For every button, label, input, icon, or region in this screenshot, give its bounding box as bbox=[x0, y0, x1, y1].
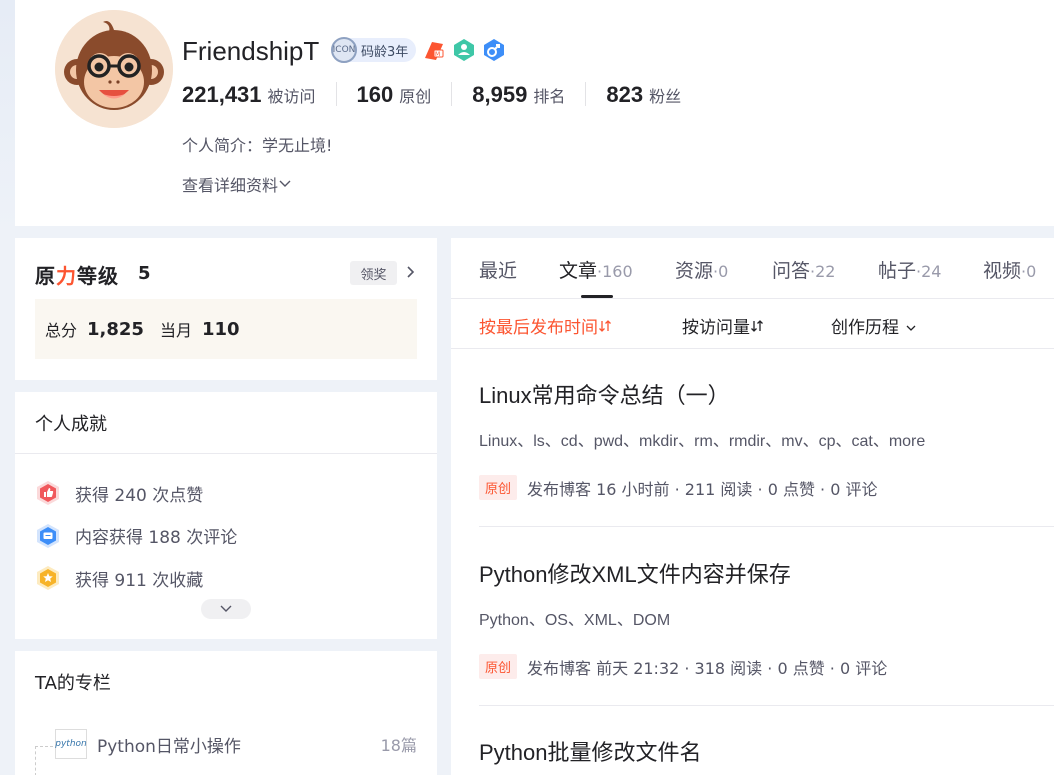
total-score-value: 1,825 bbox=[87, 318, 144, 340]
score-box: 总分 1,825 当月 110 bbox=[35, 299, 417, 359]
article-meta: 原创 发布博客 16 小时前 · 211 阅读 · 0 点赞 · 0 评论 bbox=[479, 475, 1039, 500]
star-icon bbox=[35, 565, 61, 591]
divider bbox=[479, 705, 1054, 706]
sort-icon bbox=[599, 320, 611, 332]
bio: 个人简介：学无止境! bbox=[182, 136, 333, 155]
expand-achievements-button[interactable] bbox=[201, 599, 251, 619]
achievement-favorites: 获得 911 次收藏 bbox=[35, 557, 237, 600]
article-meta: 原创 发布博客 前天 21:32 · 318 阅读 · 0 点赞 · 0 评论 bbox=[479, 654, 1039, 679]
sort-views[interactable]: 按访问量 bbox=[682, 313, 764, 338]
original-badge: 原创 bbox=[479, 654, 518, 679]
column-name: Python日常小操作 bbox=[97, 736, 241, 757]
username: FriendshipT bbox=[182, 36, 320, 66]
stat-visits[interactable]: 221,431 被访问 bbox=[182, 82, 336, 107]
profile-card: FriendshipT ICON 码龄3年 M 221,431 被访问 160 … bbox=[15, 0, 1054, 226]
tab-posts[interactable]: 帖子·24 bbox=[878, 256, 941, 283]
article-tags: Linux、ls、cd、pwd、mkdir、rm、rmdir、mv、cp、cat… bbox=[479, 433, 926, 450]
chevron-down-icon bbox=[220, 605, 232, 612]
badges: ICON 码龄3年 M bbox=[331, 37, 506, 63]
claim-reward-button[interactable]: 领奖 bbox=[350, 261, 397, 285]
view-details-label: 查看详细资料 bbox=[182, 176, 279, 195]
month-score-value: 110 bbox=[201, 318, 240, 340]
avatar[interactable] bbox=[51, 6, 177, 132]
chevron-down-icon bbox=[906, 325, 916, 331]
achievements-title: 个人成就 bbox=[35, 414, 107, 435]
achievements-list: 获得 240 次点赞 内容获得 188 次评论 获得 911 次收藏 bbox=[35, 472, 237, 600]
article-tags: Python、OS、XML、DOM bbox=[479, 612, 671, 629]
article-stats: 发布博客 前天 21:32 · 318 阅读 · 0 点赞 · 0 评论 bbox=[527, 658, 888, 678]
article-item[interactable]: Linux常用命令总结（一） Linux、ls、cd、pwd、mkdir、rm、… bbox=[479, 378, 1039, 500]
chevron-down-icon bbox=[279, 180, 291, 187]
tab-resources[interactable]: 资源·0 bbox=[675, 256, 728, 283]
article-item[interactable]: Python修改XML文件内容并保存 Python、OS、XML、DOM 原创 … bbox=[479, 557, 1039, 679]
article-stats: 发布博客 16 小时前 · 211 阅读 · 0 点赞 · 0 评论 bbox=[527, 479, 878, 499]
tab-articles[interactable]: 文章·160 bbox=[559, 256, 633, 283]
view-details-link[interactable]: 查看详细资料 bbox=[182, 172, 292, 196]
achievement-likes: 获得 240 次点赞 bbox=[35, 472, 237, 515]
monkey-avatar-icon bbox=[55, 10, 173, 128]
divider bbox=[15, 453, 437, 454]
stat-original[interactable]: 160 原创 bbox=[335, 82, 452, 107]
svg-text:M: M bbox=[435, 51, 440, 58]
tab-videos[interactable]: 视频·0 bbox=[983, 256, 1036, 283]
comment-icon bbox=[35, 523, 61, 549]
blog-badge-icon[interactable]: M bbox=[422, 38, 446, 62]
sort-latest[interactable]: 按最后发布时间 bbox=[479, 313, 612, 338]
month-score-label: 当月 bbox=[159, 321, 192, 340]
achievements-card: 个人成就 获得 240 次点赞 内容获得 188 次评论 获得 911 次收藏 bbox=[15, 392, 437, 639]
level-value: 5 bbox=[138, 263, 151, 284]
tab-recent[interactable]: 最近 bbox=[479, 256, 517, 283]
article-title[interactable]: Python批量修改文件名 bbox=[479, 735, 1039, 767]
profile-stats: 221,431 被访问 160 原创 8,959 排名 823 粉丝 bbox=[182, 82, 701, 107]
main-content: 最近 文章·160 资源·0 问答·22 帖子·24 视频·0 按最后发布时间 … bbox=[451, 238, 1054, 775]
code-age-badge[interactable]: ICON 码龄3年 bbox=[331, 37, 417, 63]
article-title[interactable]: Python修改XML文件内容并保存 bbox=[479, 557, 1039, 589]
tab-qa[interactable]: 问答·22 bbox=[772, 256, 835, 283]
level-card: 原力等级 5 领奖 总分 1,825 当月 110 bbox=[15, 238, 437, 380]
original-badge: 原创 bbox=[479, 475, 518, 500]
gender-badge-icon[interactable] bbox=[482, 38, 506, 62]
content-tabs: 最近 文章·160 资源·0 问答·22 帖子·24 视频·0 bbox=[451, 238, 1054, 299]
article-item[interactable]: Python批量修改文件名 bbox=[479, 735, 1039, 767]
achievement-comments: 内容获得 188 次评论 bbox=[35, 515, 237, 558]
column-count: 18篇 bbox=[380, 736, 417, 755]
code-age-icon: ICON bbox=[331, 37, 357, 63]
article-title[interactable]: Linux常用命令总结（一） bbox=[479, 378, 1039, 410]
divider bbox=[479, 526, 1054, 527]
columns-card: TA的专栏 python Python日常小操作 18篇 bbox=[15, 651, 437, 775]
thumb-icon bbox=[35, 480, 61, 506]
sort-icon bbox=[751, 320, 763, 332]
column-item[interactable]: python Python日常小操作 18篇 bbox=[35, 729, 417, 759]
total-score-label: 总分 bbox=[45, 321, 78, 340]
python-logo-icon: python bbox=[55, 729, 87, 759]
code-age-label: 码龄3年 bbox=[361, 44, 409, 60]
member-badge-icon[interactable] bbox=[452, 38, 476, 62]
sort-bar: 按最后发布时间 按访问量 创作历程 bbox=[451, 299, 1054, 349]
stat-rank[interactable]: 8,959 排名 bbox=[451, 82, 585, 107]
chevron-right-icon[interactable] bbox=[406, 264, 416, 283]
columns-title: TA的专栏 bbox=[35, 673, 111, 694]
level-title: 原力等级 bbox=[35, 264, 119, 288]
sort-history[interactable]: 创作历程 bbox=[831, 313, 918, 338]
active-tab-indicator bbox=[581, 295, 613, 298]
stat-fans[interactable]: 823 粉丝 bbox=[585, 82, 701, 107]
